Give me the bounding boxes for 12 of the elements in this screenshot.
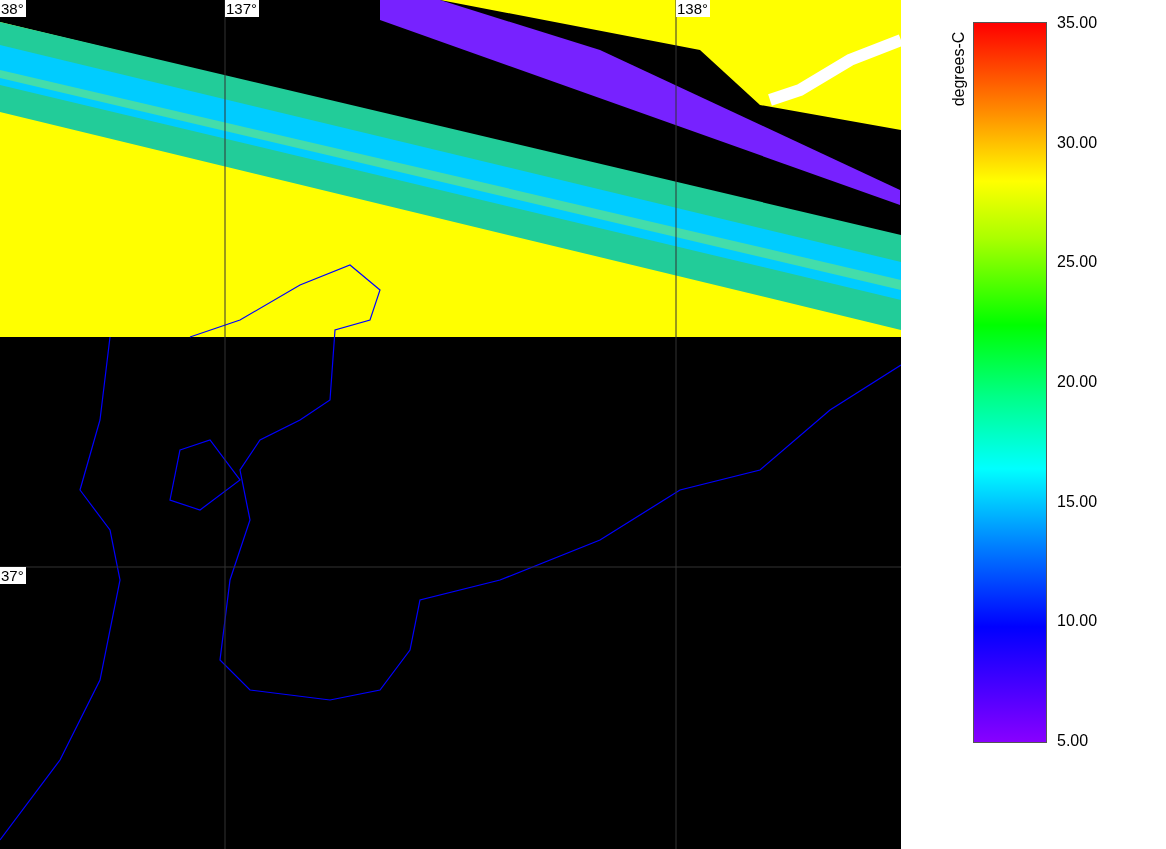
latitude-label: 37°	[0, 567, 26, 584]
colorbar-tick-label: 5.00	[1057, 731, 1090, 749]
colorbar-tick-label: 20.00	[1057, 372, 1098, 390]
latitude-label: 38°	[0, 0, 26, 17]
colorbar-title: degrees-C	[950, 30, 968, 109]
colorbar-tick-label: 35.00	[1057, 14, 1098, 31]
longitude-label: 138°	[676, 0, 711, 17]
colorbar-tick-label: 30.00	[1057, 133, 1098, 151]
longitude-label: 137°	[225, 0, 260, 17]
colorbar-tick-label: 15.00	[1057, 492, 1098, 510]
colorbar-tick-label: 10.00	[1057, 612, 1098, 630]
colorbar-tick-label: 25.00	[1057, 253, 1098, 271]
